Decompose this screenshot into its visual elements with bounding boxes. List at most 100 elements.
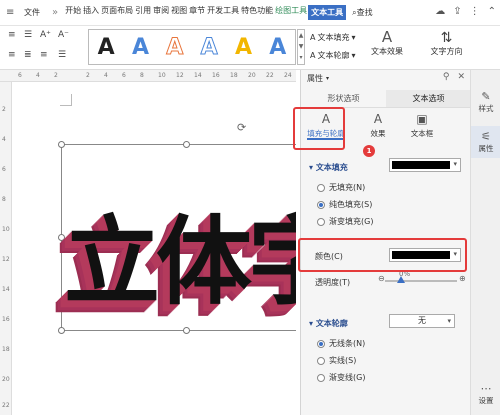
font-size-down-icon[interactable]: A⁻ bbox=[58, 30, 69, 40]
menu-view[interactable]: 视图 bbox=[170, 5, 188, 20]
menu-text-tools[interactable]: 文本工具 bbox=[308, 5, 347, 20]
radio-no-fill[interactable]: 无填充(N) bbox=[317, 182, 365, 193]
style-button[interactable]: ✎ 样式 bbox=[471, 90, 500, 114]
text-direction-button[interactable]: ⇅ 文字方向 bbox=[424, 30, 469, 66]
menu-insert[interactable]: 插入 bbox=[82, 5, 100, 20]
menu-features[interactable]: 特色功能 bbox=[240, 5, 274, 20]
search-label: 查找 bbox=[356, 8, 373, 17]
menu-developer[interactable]: 开发工具 bbox=[206, 5, 240, 20]
text-effect-label: 文本效果 bbox=[371, 47, 403, 56]
ruler-tick: 2 bbox=[2, 106, 6, 113]
wordart-style-1[interactable]: A bbox=[98, 35, 115, 60]
outline-value: 无 bbox=[418, 316, 426, 325]
panel-title[interactable]: 属性 bbox=[307, 73, 323, 84]
horizontal-ruler: 6 4 2 2 4 6 8 10 12 14 16 18 20 22 24 bbox=[0, 70, 296, 82]
settings-button[interactable]: ⋯ 设置 bbox=[471, 382, 500, 406]
menu-layout[interactable]: 页面布局 bbox=[100, 5, 134, 20]
wordart-3d-text[interactable]: 立体字 bbox=[64, 184, 296, 323]
title-right-icons: ☁ ⇪ ⋮ ⌃ bbox=[435, 6, 496, 17]
minus-icon[interactable]: ⊖ bbox=[378, 274, 385, 283]
ruler-tick: 2 bbox=[54, 72, 58, 79]
wordart-style-6[interactable]: A bbox=[269, 35, 286, 60]
document-canvas[interactable]: ⟳ 立体字 bbox=[12, 82, 296, 415]
ruler-tick: 14 bbox=[2, 286, 10, 293]
plus-icon[interactable]: ⊕ bbox=[459, 274, 466, 283]
align-left-icon[interactable]: ≡ bbox=[8, 50, 16, 60]
right-sidebar: ✎ 样式 ⚟ 属性 ⋯ 设置 bbox=[470, 70, 500, 415]
font-size-up-icon[interactable]: A⁺ bbox=[40, 30, 51, 40]
resize-handle[interactable] bbox=[183, 141, 190, 148]
text-effect-button[interactable]: A 文本效果 bbox=[367, 28, 407, 57]
tab-shape-options[interactable]: 形状选项 bbox=[301, 90, 386, 107]
settings-icon: ⋯ bbox=[480, 382, 492, 395]
chevron-down-icon: ▾ bbox=[453, 160, 457, 168]
panel-header: 属性 ▾ ⚲ ✕ bbox=[301, 70, 471, 86]
resize-handle[interactable] bbox=[183, 327, 190, 334]
transparency-slider[interactable] bbox=[385, 276, 457, 283]
wordart-style-3[interactable]: A bbox=[166, 34, 184, 60]
ruler-tick: 6 bbox=[2, 166, 6, 173]
cloud-icon[interactable]: ☁ bbox=[435, 6, 445, 17]
transparency-label: 透明度(T) bbox=[315, 278, 351, 287]
no-fill-label: 无填充(N) bbox=[329, 183, 366, 192]
resize-handle[interactable] bbox=[58, 141, 65, 148]
radio-gradient-line[interactable]: 渐变线(G) bbox=[317, 372, 365, 383]
text-fill-color-dropdown[interactable]: ▾ bbox=[389, 158, 461, 172]
wordart-style-2[interactable]: A bbox=[132, 35, 149, 60]
ruler-tick: 12 bbox=[176, 72, 184, 79]
justify-icon[interactable]: ☰ bbox=[58, 50, 66, 60]
ruler-tick: 14 bbox=[194, 72, 202, 79]
resize-handle[interactable] bbox=[58, 327, 65, 334]
ruler-tick: 2 bbox=[86, 72, 90, 79]
align-top-icon[interactable]: ≡ bbox=[8, 30, 16, 40]
text-fill-button[interactable]: A 文本填充 ▾ bbox=[310, 32, 356, 43]
tab-text-options[interactable]: 文本选项 bbox=[386, 90, 471, 107]
ruler-tick: 10 bbox=[158, 72, 166, 79]
gradient-line-label: 渐变线(G) bbox=[329, 373, 366, 382]
panel-tabs: 形状选项 文本选项 bbox=[301, 90, 471, 108]
ruler-tick: 24 bbox=[284, 72, 292, 79]
wordart-style-5[interactable]: A bbox=[235, 35, 252, 60]
radio-no-line[interactable]: 无线条(N) bbox=[317, 338, 365, 349]
menu-section[interactable]: 章节 bbox=[188, 5, 206, 20]
wordart-style-gallery: A A A A A A bbox=[88, 29, 296, 65]
ruler-tick: 8 bbox=[140, 72, 144, 79]
text-fill-section[interactable]: ▾ 文本填充 bbox=[309, 162, 348, 173]
pin-icon[interactable]: ⚲ bbox=[443, 72, 450, 82]
more-icon[interactable]: ⋮ bbox=[470, 6, 480, 17]
radio-solid-fill[interactable]: 纯色填充(S) bbox=[317, 199, 372, 210]
menu-icon[interactable]: ≡ bbox=[6, 7, 20, 18]
align-center-icon[interactable]: ≣ bbox=[24, 50, 32, 60]
menu-home[interactable]: 开始 bbox=[64, 5, 82, 20]
share-icon[interactable]: ⇪ bbox=[453, 6, 461, 17]
text-outline-section[interactable]: ▾ 文本轮廓 bbox=[309, 318, 348, 329]
subtab-textbox[interactable]: ▣ 文本框 bbox=[399, 110, 445, 144]
file-menu[interactable]: 文件 bbox=[24, 7, 40, 18]
search-button[interactable]: ⌕ 查找 bbox=[352, 7, 372, 18]
radio-solid-line[interactable]: 实线(S) bbox=[317, 355, 356, 366]
text-outline-section-label: 文本轮廓 bbox=[315, 319, 348, 328]
menu-references[interactable]: 引用 bbox=[134, 5, 152, 20]
gallery-scroll[interactable]: ▲ ▼ ▾ bbox=[297, 29, 305, 65]
align-right-icon[interactable]: ≡ bbox=[40, 50, 48, 60]
format-icon[interactable]: ☰ bbox=[24, 30, 32, 40]
more-menus-icon[interactable]: » bbox=[52, 7, 58, 18]
properties-button[interactable]: ⚟ 属性 bbox=[471, 126, 500, 158]
rotate-handle-icon[interactable]: ⟳ bbox=[237, 121, 246, 134]
collapse-icon[interactable]: ⌃ bbox=[488, 6, 496, 17]
close-icon[interactable]: ✕ bbox=[457, 72, 465, 82]
radio-dot-selected bbox=[317, 200, 325, 209]
menu-drawing-tools[interactable]: 绘图工具 bbox=[274, 5, 308, 20]
text-outline-icon: A bbox=[310, 51, 316, 60]
subtab-effect[interactable]: A 效果 bbox=[355, 110, 401, 144]
ribbon-left-tools: ≡ ☰ A⁺ A⁻ ≡ ≣ ≡ ☰ bbox=[4, 28, 84, 68]
text-fill-section-label: 文本填充 bbox=[315, 163, 348, 172]
menu-review[interactable]: 审阅 bbox=[152, 5, 170, 20]
wordart-style-4[interactable]: A bbox=[200, 34, 218, 60]
text-outline-button[interactable]: A 文本轮廓 ▾ bbox=[310, 50, 356, 61]
radio-gradient-fill[interactable]: 渐变填充(G) bbox=[317, 216, 373, 227]
ruler-tick: 12 bbox=[2, 256, 10, 263]
properties-label: 属性 bbox=[478, 144, 494, 153]
outline-dropdown[interactable]: 无 ▾ bbox=[389, 314, 455, 328]
ruler-tick: 18 bbox=[230, 72, 238, 79]
